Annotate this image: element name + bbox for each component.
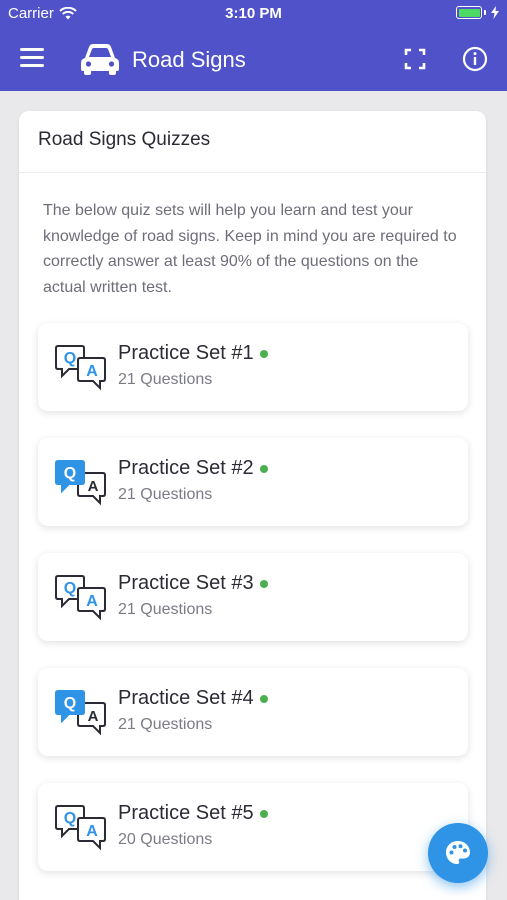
quiz-item-4[interactable]: A Q Practice Set #4 21 Questions: [38, 668, 468, 756]
qa-outline-icon: Q A: [55, 805, 106, 851]
svg-text:A: A: [86, 823, 98, 840]
section-title: Road Signs Quizzes: [19, 111, 486, 173]
info-icon[interactable]: [462, 46, 488, 72]
quiz-title: Practice Set #5: [118, 802, 268, 825]
app-bar: Road Signs: [0, 28, 507, 91]
svg-text:Q: Q: [64, 695, 76, 712]
svg-text:A: A: [86, 363, 98, 380]
qa-filled-icon: A Q: [55, 460, 106, 506]
quiz-question-count: 21 Questions: [118, 486, 213, 503]
status-dot: [259, 809, 268, 818]
status-dot: [259, 349, 268, 358]
status-dot: [259, 694, 268, 703]
section-description: The below quiz sets will help you learn …: [43, 202, 457, 296]
quiz-question-count: 20 Questions: [118, 831, 213, 848]
quiz-question-count: 21 Questions: [118, 371, 213, 388]
app-title: Road Signs: [132, 47, 246, 72]
qa-filled-icon: A Q: [55, 690, 106, 736]
svg-text:Q: Q: [64, 810, 76, 827]
status-dot: [259, 579, 268, 588]
quiz-question-count: 21 Questions: [118, 601, 213, 618]
charging-bolt-icon: [491, 6, 499, 19]
qa-outline-icon: Q A: [55, 345, 106, 391]
svg-text:A: A: [86, 593, 98, 610]
quiz-question-count: 21 Questions: [118, 716, 213, 733]
car-icon: [81, 44, 119, 75]
battery-icon: [456, 6, 499, 19]
status-bar: Carrier 3:10 PM: [0, 0, 507, 28]
quiz-title: Practice Set #2: [118, 457, 268, 480]
theme-palette-button[interactable]: [428, 823, 488, 883]
quizzes-card: Road Signs Quizzes The below quiz sets w…: [19, 111, 486, 900]
status-dot: [259, 464, 268, 473]
quiz-item-1[interactable]: Q A Practice Set #1 21 Questions: [38, 323, 468, 411]
quiz-title: Practice Set #3: [118, 572, 268, 595]
quiz-title: Practice Set #1: [118, 342, 268, 365]
svg-text:Q: Q: [64, 350, 76, 367]
svg-text:Q: Q: [64, 465, 76, 482]
svg-text:Q: Q: [64, 580, 76, 597]
quiz-item-2[interactable]: A Q Practice Set #2 21 Questions: [38, 438, 468, 526]
menu-button[interactable]: [20, 48, 44, 68]
fullscreen-icon[interactable]: [403, 47, 427, 71]
clock: 3:10 PM: [225, 5, 282, 22]
quiz-item-5[interactable]: Q A Practice Set #5 20 Questions: [38, 783, 468, 871]
svg-text:A: A: [88, 708, 99, 725]
palette-icon: [446, 841, 470, 864]
quiz-title: Practice Set #4: [118, 687, 268, 710]
svg-text:A: A: [88, 478, 99, 495]
qa-outline-icon: Q A: [55, 575, 106, 621]
quiz-item-3[interactable]: Q A Practice Set #3 21 Questions: [38, 553, 468, 641]
